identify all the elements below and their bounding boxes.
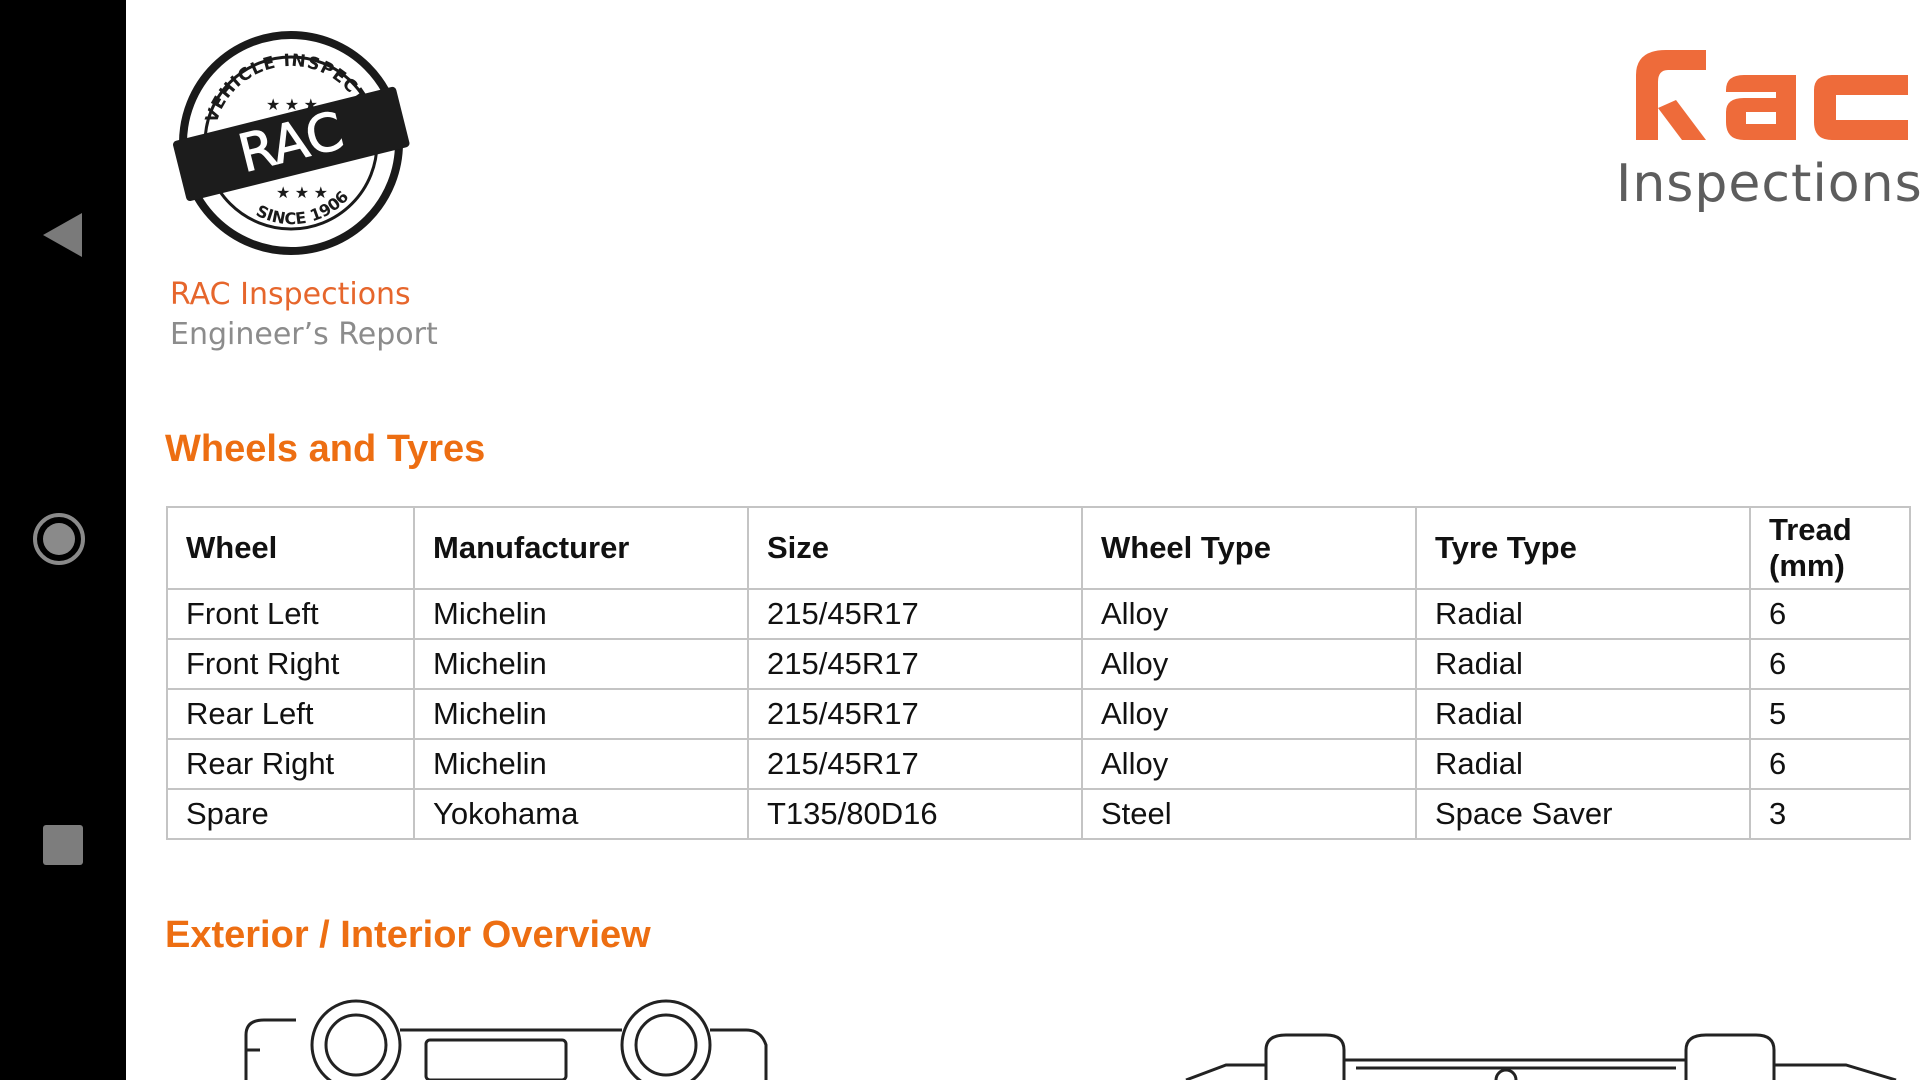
table-cell: 6 (1749, 638, 1911, 690)
table-cell: Michelin (413, 688, 749, 740)
table-cell: Alloy (1081, 638, 1417, 690)
table-cell: 3 (1749, 788, 1911, 840)
table-cell: 215/45R17 (747, 588, 1083, 640)
android-navigation-bar (0, 0, 126, 1080)
table-cell: Alloy (1081, 738, 1417, 790)
report-page: VEHICLE INSPECTION SINCE 1906 RAC ★ ★ ★ … (126, 0, 1920, 1080)
table-row: Spare Yokohama T135/80D16 Steel Space Sa… (166, 788, 1911, 840)
car-top-view-diagram (244, 999, 768, 1080)
column-header: Manufacturer (413, 506, 749, 590)
table-cell: Michelin (413, 638, 749, 690)
table-row: Front Right Michelin 215/45R17 Alloy Rad… (166, 638, 1911, 690)
table-cell: Michelin (413, 588, 749, 640)
table-row: Rear Right Michelin 215/45R17 Alloy Radi… (166, 738, 1911, 790)
seal-logo-graphic: VEHICLE INSPECTION SINCE 1906 RAC ★ ★ ★ … (173, 31, 410, 255)
car-side-view-diagram (1185, 1033, 1897, 1080)
table-cell: 6 (1749, 738, 1911, 790)
table-cell: Michelin (413, 738, 749, 790)
table-cell: Space Saver (1415, 788, 1751, 840)
table-cell: Front Right (166, 638, 415, 690)
table-cell: 6 (1749, 588, 1911, 640)
wheels-tyres-table: Wheel Manufacturer Size Wheel Type Tyre … (166, 506, 1911, 840)
home-circle-icon[interactable] (33, 513, 85, 565)
svg-text:★ ★ ★: ★ ★ ★ (276, 185, 328, 202)
back-triangle-icon[interactable] (43, 213, 82, 257)
table-cell: Rear Left (166, 688, 415, 740)
table-cell: T135/80D16 (747, 788, 1083, 840)
svg-text:★ ★ ★: ★ ★ ★ (266, 97, 318, 114)
table-cell: Rear Right (166, 738, 415, 790)
column-header: Tread (mm) (1749, 506, 1911, 590)
table-header-row: Wheel Manufacturer Size Wheel Type Tyre … (166, 506, 1911, 590)
table-cell: 5 (1749, 688, 1911, 740)
rac-inspections-logo: Inspections (1616, 40, 1920, 220)
wheels-section-title: Wheels and Tyres (165, 428, 486, 470)
overview-section-title: Exterior / Interior Overview (165, 914, 651, 956)
table-cell: Front Left (166, 588, 415, 640)
report-brand-name: RAC Inspections (170, 277, 411, 312)
table-cell: Alloy (1081, 688, 1417, 740)
recents-square-icon[interactable] (43, 825, 83, 865)
report-subtitle: Engineer’s Report (170, 317, 438, 352)
column-header: Wheel (166, 506, 415, 590)
table-cell: 215/45R17 (747, 638, 1083, 690)
table-cell: Radial (1415, 688, 1751, 740)
rac-vehicle-inspection-seal: VEHICLE INSPECTION SINCE 1906 RAC ★ ★ ★ … (166, 28, 416, 258)
column-header: Size (747, 506, 1083, 590)
rac-logo-mark (1636, 50, 1908, 140)
table-cell: Radial (1415, 638, 1751, 690)
table-row: Rear Left Michelin 215/45R17 Alloy Radia… (166, 688, 1911, 740)
table-cell: 215/45R17 (747, 688, 1083, 740)
column-header: Tyre Type (1415, 506, 1751, 590)
table-cell: 215/45R17 (747, 738, 1083, 790)
table-cell: Radial (1415, 588, 1751, 640)
table-cell: Spare (166, 788, 415, 840)
column-header: Wheel Type (1081, 506, 1417, 590)
table-cell: Steel (1081, 788, 1417, 840)
rac-logo-word: Inspections (1616, 154, 1920, 214)
table-cell: Yokohama (413, 788, 749, 840)
table-row: Front Left Michelin 215/45R17 Alloy Radi… (166, 588, 1911, 640)
table-cell: Radial (1415, 738, 1751, 790)
table-cell: Alloy (1081, 588, 1417, 640)
